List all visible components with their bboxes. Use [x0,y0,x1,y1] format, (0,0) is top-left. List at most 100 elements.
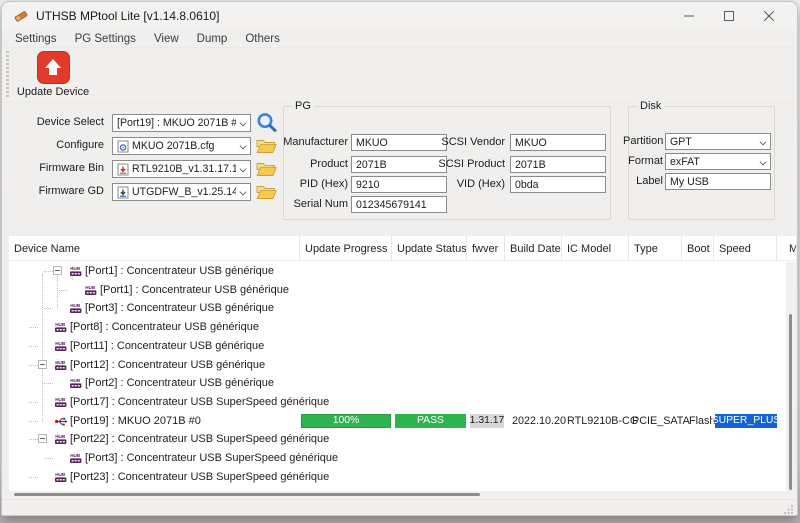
app-icon [13,9,28,24]
tree-row[interactable]: [Port19] : MKUO 2071B #0100%PASS1.31.172… [9,412,796,431]
collapse-minus-icon[interactable] [38,360,47,369]
tree-connector [29,402,38,403]
table-header: Device NameUpdate ProgressUpdate Statusf… [9,236,796,261]
window-title: UTHSB MPtool Lite [v1.14.8.0610] [36,9,219,23]
field-label-partition: Partition [623,135,663,147]
chevron-down-icon [240,120,247,127]
combo-value: RTL9210B_v1.31.17.102022.bin [132,163,236,175]
column-header-ic-model[interactable]: IC Model [562,236,629,261]
chevron-down-icon [760,139,767,146]
cell-build-date: 2022.10.20 [512,415,566,427]
tree-connector [44,383,53,384]
form-row-firmware-gd: Firmware GD UTGDFW_B_v1.25.14.041521.bin [2,183,282,201]
title-bar[interactable]: UTHSB MPtool Lite [v1.14.8.0610] [2,2,797,30]
column-header-device-name[interactable]: Device Name [9,236,300,261]
form-label-firmware-gd: Firmware GD [2,185,104,197]
svg-text:HUB: HUB [85,285,96,290]
field-input-vid-hex[interactable]: 0bda [510,176,606,193]
pg-groupbox: PG ManufacturerMKUOProduct2071BPID (Hex)… [283,106,611,220]
search-icon[interactable] [256,113,278,132]
hub-icon: HUB [54,359,68,375]
app-window: UTHSB MPtool Lite [v1.14.8.0610] Setting… [1,1,798,516]
field-value: GPT [670,136,692,148]
tree-row[interactable]: HUB[Port8] : Concentrateur USB générique [9,318,796,337]
tree-row[interactable]: HUB[Port12] : Concentrateur USB génériqu… [9,356,796,375]
disk-group-title: Disk [637,100,664,112]
svg-text:HUB: HUB [55,360,66,365]
column-header-build-date[interactable]: Build Date [505,236,562,261]
svg-text:HUB: HUB [55,341,66,346]
column-header-type[interactable]: Type [629,236,682,261]
field-input-partition[interactable]: GPT [665,133,771,150]
svg-text:HUB: HUB [55,434,66,439]
status-bar [2,499,797,516]
close-button[interactable] [749,2,789,30]
column-header-update-status[interactable]: Update Status [392,236,467,261]
combo-firmware-bin[interactable]: RTL9210B_v1.31.17.102022.bin [112,160,251,178]
hub-icon: HUB [84,284,98,300]
column-header-m[interactable]: M [777,236,796,261]
config-file-icon [117,140,129,153]
device-name: [Port3] : Concentrateur USB SuperSpeed g… [85,452,338,464]
column-header-boot[interactable]: Boot [682,236,714,261]
resize-grip[interactable] [784,504,794,514]
field-value: exFAT [670,156,700,168]
menu-item-others[interactable]: Others [236,33,289,45]
horizontal-scrollbar[interactable] [9,491,796,499]
tree-row[interactable]: HUB [Port3] : Concentrateur USB SuperSpee… [9,449,796,468]
field-value: 0bda [515,179,539,191]
tree-row[interactable]: HUB[Port1] : Concentrateur USB générique [9,262,796,281]
field-label-serial-num: Serial Num [280,198,348,210]
folder-icon[interactable] [256,159,278,178]
tree-row[interactable]: HUB [Port22] : Concentrateur USB SuperSpe… [9,430,796,449]
field-label-format: Format [623,155,663,167]
collapse-minus-icon[interactable] [53,266,62,275]
menu-item-settings[interactable]: Settings [6,33,66,45]
folder-icon[interactable] [256,182,278,201]
update-device-button[interactable]: Update Device [14,51,92,98]
usb-device-icon [54,415,68,431]
column-header-fwver[interactable]: fwver [467,236,505,261]
field-input-format[interactable]: exFAT [665,153,771,170]
hub-icon: HUB [69,452,83,468]
field-input-label[interactable]: My USB [665,173,771,190]
hub-icon: HUB [54,433,68,449]
device-name: [Port22] : Concentrateur USB SuperSpeed … [70,433,329,445]
tree-connector [44,308,53,309]
tree-row[interactable]: HUB[Port11] : Concentrateur USB génériqu… [9,337,796,356]
folder-icon[interactable] [256,136,278,155]
chevron-down-icon [240,166,247,173]
maximize-button[interactable] [709,2,749,30]
pg-group-title: PG [292,100,314,112]
field-input-scsi-product[interactable]: 2071B [510,156,606,173]
tree-row[interactable]: HUB[Port17] : Concentrateur USB SuperSpe… [9,393,796,412]
toolbar-gripper[interactable] [6,51,9,99]
menu-item-pg-settings[interactable]: PG Settings [66,33,145,45]
field-input-serial-num[interactable]: 012345679141 [351,196,447,213]
combo-configure[interactable]: MKUO 2071B.cfg [112,137,251,155]
combo-value: [Port19] : MKUO 2071B #0 [117,117,236,129]
svg-text:HUB: HUB [70,304,81,309]
vertical-scrollbar[interactable] [786,262,796,491]
tree-row[interactable]: HUB[Port3] : Concentrateur USB générique [9,299,796,318]
vertical-scrollbar-thumb[interactable] [789,314,792,490]
chevron-down-icon [240,143,247,150]
svg-text:HUB: HUB [70,453,81,458]
menu-item-view[interactable]: View [145,33,188,45]
combo-device-select[interactable]: [Port19] : MKUO 2071B #0 [112,114,251,132]
column-header-update-progress[interactable]: Update Progress [300,236,392,261]
minimize-button[interactable] [669,2,709,30]
combo-firmware-gd[interactable]: UTGDFW_B_v1.25.14.041521.bin [112,183,251,201]
collapse-minus-icon[interactable] [38,434,47,443]
menu-item-dump[interactable]: Dump [188,33,237,45]
tree-row[interactable]: HUB[Port23] : Concentrateur USB SuperSpe… [9,468,796,487]
field-input-scsi-vendor[interactable]: MKUO [510,134,606,151]
column-header-speed[interactable]: Speed [714,236,777,261]
horizontal-scrollbar-thumb[interactable] [14,493,480,496]
tree-row[interactable]: HUB [Port1] : Concentrateur USB générique [9,281,796,300]
gd-file-icon [117,186,129,199]
device-name: [Port1] : Concentrateur USB générique [100,284,289,296]
device-name: [Port17] : Concentrateur USB SuperSpeed … [70,396,329,408]
cell-update-status: PASS [395,414,466,428]
tree-row[interactable]: HUB[Port2] : Concentrateur USB générique [9,374,796,393]
